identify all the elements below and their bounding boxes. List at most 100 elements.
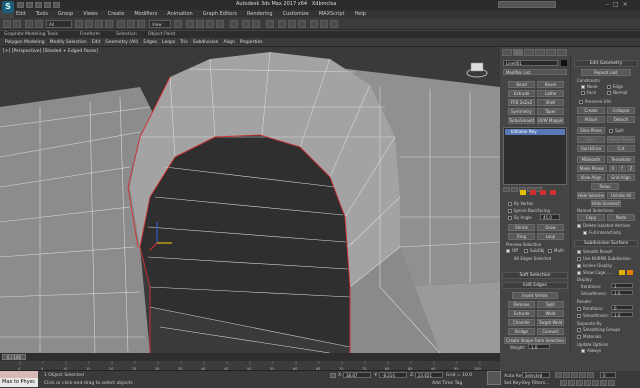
- border-mode-icon[interactable]: [540, 190, 546, 195]
- scale-icon[interactable]: [137, 20, 145, 28]
- modifier-list-dropdown[interactable]: Modifier List: [503, 69, 567, 75]
- key-filters-button[interactable]: Key Filters...: [522, 381, 549, 386]
- time-slider-handle[interactable]: 0 / 100: [2, 354, 26, 360]
- render-smoothness-option[interactable]: Smoothness:: [577, 313, 609, 318]
- render-smoothness-field[interactable]: 1.0: [611, 312, 633, 318]
- split-option[interactable]: Split: [609, 128, 624, 133]
- view-align-button[interactable]: View Align: [577, 174, 605, 181]
- hide-unselected-button[interactable]: Hide Unselected: [591, 200, 621, 207]
- by-angle-option[interactable]: By Angle: [508, 215, 532, 220]
- shell-button[interactable]: Shell: [537, 99, 564, 106]
- schematic-view-icon[interactable]: [288, 20, 296, 28]
- render-icon[interactable]: [330, 20, 338, 28]
- viewport-label[interactable]: [+] [Perspective] [Shaded + Edged Faces]: [3, 49, 98, 54]
- maximize-viewport-icon[interactable]: [608, 380, 615, 386]
- target-weld-button[interactable]: Target Weld: [537, 319, 564, 326]
- menu-graph-editors[interactable]: Graph Editors: [203, 10, 237, 18]
- pin-stack-icon[interactable]: [503, 187, 510, 192]
- redo-tool-icon[interactable]: [13, 20, 21, 28]
- cage-color-swatch-1[interactable]: [619, 270, 625, 275]
- ribbon-edit[interactable]: Edit: [92, 38, 101, 46]
- time-slider[interactable]: 0 / 100: [0, 353, 500, 361]
- create-button[interactable]: Create: [577, 107, 605, 114]
- pan-icon[interactable]: [592, 380, 599, 386]
- constraint-normal-radio[interactable]: Normal: [607, 90, 627, 95]
- turbosmooth-button[interactable]: TurboSmooth: [508, 117, 535, 124]
- named-sets-icon[interactable]: [230, 20, 238, 28]
- hierarchy-tab-icon[interactable]: [524, 49, 534, 56]
- planar-z-button[interactable]: Z: [627, 165, 635, 172]
- render-frame-icon[interactable]: [320, 20, 328, 28]
- edit-edges-rollout[interactable]: Edit Edges: [502, 282, 568, 289]
- motion-tab-icon[interactable]: [535, 49, 545, 56]
- key-icon[interactable]: [487, 371, 501, 385]
- window-crossing-icon[interactable]: [105, 20, 113, 28]
- tab-object-paint[interactable]: Object Paint: [148, 31, 175, 38]
- new-file-icon[interactable]: [17, 2, 24, 8]
- mirror-icon[interactable]: [242, 20, 250, 28]
- slice-button[interactable]: Slice: [577, 136, 605, 143]
- slice-plane-button[interactable]: Slice Plane: [577, 127, 605, 134]
- make-planar-button[interactable]: Make Planar: [577, 165, 607, 172]
- subdivision-surface-rollout[interactable]: Subdivision Surface: [574, 240, 638, 247]
- snap-icon[interactable]: [186, 20, 194, 28]
- go-to-start-icon[interactable]: [555, 372, 562, 378]
- grid-align-button[interactable]: Grid Align: [607, 174, 635, 181]
- ribbon-polygon-modeling[interactable]: Polygon Modeling: [5, 38, 45, 46]
- menu-rendering[interactable]: Rendering: [247, 10, 273, 18]
- perspective-viewport[interactable]: [0, 47, 500, 353]
- tab-freeform[interactable]: Freeform: [80, 31, 100, 38]
- app-logo-icon[interactable]: S: [2, 1, 14, 13]
- edge-mode-icon[interactable]: [530, 190, 536, 195]
- layer-icon[interactable]: [266, 20, 274, 28]
- polygon-mode-icon[interactable]: [550, 190, 556, 195]
- field-of-view-icon[interactable]: [584, 380, 591, 386]
- collapse-button[interactable]: Collapse: [607, 107, 635, 114]
- lock-selection-icon[interactable]: [330, 373, 336, 378]
- material-editor-icon[interactable]: [298, 20, 306, 28]
- preview-off-radio[interactable]: Off: [506, 248, 518, 253]
- weld-button[interactable]: Weld: [537, 310, 564, 317]
- link-icon[interactable]: [25, 20, 33, 28]
- z-coord-field[interactable]: 23.651: [415, 372, 443, 378]
- extrude-button[interactable]: Extrude: [508, 310, 535, 317]
- smooth-result-option[interactable]: Smooth Result: [577, 249, 612, 254]
- uvw-mapping-button[interactable]: UVW Mapping Cle: [537, 117, 564, 124]
- tab-graphite-modeling[interactable]: Graphite Modeling Tools: [4, 31, 58, 38]
- add-time-tag-button[interactable]: Add Time Tag: [432, 381, 462, 386]
- x-coord-field[interactable]: 38.87: [343, 372, 371, 378]
- vertex-mode-icon[interactable]: [520, 190, 526, 195]
- ribbon-loops[interactable]: Loops: [162, 38, 175, 46]
- edit-geometry-rollout[interactable]: Edit Geometry: [574, 60, 638, 67]
- hide-selected-button[interactable]: Hide Selected: [577, 192, 605, 199]
- play-icon[interactable]: [571, 372, 578, 378]
- unlink-icon[interactable]: [35, 20, 43, 28]
- menu-views[interactable]: Views: [83, 10, 97, 18]
- cage-color-swatch-2[interactable]: [627, 270, 633, 275]
- timeline-ruler[interactable]: 0 5 10 15 20 25 30 35 40 45 50 55 60 65 …: [0, 361, 500, 371]
- preserve-uvs-option[interactable]: Preserve UVs: [579, 99, 611, 104]
- create-tab-icon[interactable]: [502, 49, 512, 56]
- connect-button[interactable]: Connect: [537, 328, 564, 335]
- orbit-icon[interactable]: [600, 380, 607, 386]
- undo-tool-icon[interactable]: [3, 20, 11, 28]
- tessellate-button[interactable]: Tessellate: [607, 156, 635, 163]
- next-frame-icon[interactable]: [579, 372, 586, 378]
- repeat-last-button[interactable]: Repeat Last: [581, 69, 631, 76]
- display-tab-icon[interactable]: [546, 49, 556, 56]
- preview-multi-radio[interactable]: Multi: [548, 248, 564, 253]
- zoom-all-icon[interactable]: [568, 380, 575, 386]
- menu-help[interactable]: Help: [355, 10, 366, 18]
- spinner-snap-icon[interactable]: [216, 20, 224, 28]
- insert-vertex-button[interactable]: Insert Vertex: [512, 292, 558, 299]
- update-always-radio[interactable]: Always: [581, 348, 601, 353]
- shrink-button[interactable]: Shrink: [508, 224, 535, 231]
- relax-button[interactable]: Relax: [591, 183, 619, 190]
- bridge-button[interactable]: Bridge: [508, 328, 535, 335]
- coord-system-dropdown[interactable]: View: [149, 20, 171, 28]
- angle-value-field[interactable]: 45.0: [540, 214, 560, 220]
- maximize-icon[interactable]: □: [613, 1, 619, 8]
- search-input[interactable]: [498, 1, 556, 8]
- by-vertex-option[interactable]: By Vertex: [508, 201, 533, 206]
- full-interactivity-option[interactable]: Full Interactivity: [583, 230, 621, 235]
